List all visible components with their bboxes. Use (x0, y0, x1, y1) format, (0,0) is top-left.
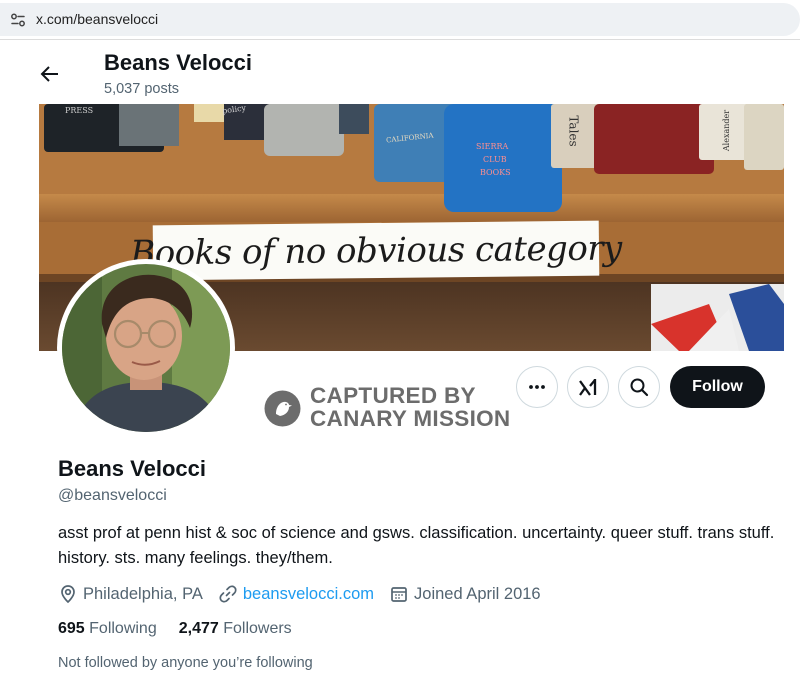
followers-count: 2,477 (178, 620, 224, 637)
grok-button[interactable] (567, 366, 609, 408)
address-field[interactable]: x.com/beansvelocci (0, 3, 800, 36)
profile-bio: asst prof at penn hist & soc of science … (58, 524, 775, 567)
location-item: Philadelphia, PA (58, 584, 203, 604)
link-icon (219, 585, 237, 603)
arrow-left-icon (40, 66, 58, 82)
watermark-line-2: CANARY MISSION (310, 406, 511, 431)
search-profile-button[interactable] (618, 366, 660, 408)
grok-icon (579, 379, 597, 396)
canary-bird-icon (264, 390, 301, 427)
site-info-icon[interactable] (9, 11, 27, 29)
book-label-club: CLUB (483, 155, 507, 164)
profile-handle: @beansvelocci (58, 487, 167, 504)
book-label-alexander: Alexander (722, 109, 732, 152)
back-button[interactable] (36, 60, 64, 88)
calendar-icon (391, 587, 407, 602)
location-pin-icon (61, 585, 75, 604)
following-stat[interactable]: 695 Following (58, 620, 157, 638)
header-display-name: Beans Velocci (104, 50, 252, 75)
profile-stats: 695 Following 2,477 Followers (58, 620, 314, 638)
website-link[interactable]: beansvelocci.com (243, 585, 374, 604)
banner-sign: Books of no obvious category (130, 220, 622, 281)
book-label-tales: Tales (566, 115, 581, 147)
header-posts-count: 5,037 posts (104, 81, 179, 97)
joined-text: Joined April 2016 (414, 584, 541, 603)
url-text[interactable]: x.com/beansvelocci (36, 11, 158, 27)
not-followed-notice: Not followed by anyone you’re following (58, 655, 313, 671)
book-label-books: BOOKS (480, 168, 511, 177)
profile-meta-row: Philadelphia, PA beansvelocci.com Joined… (58, 582, 556, 606)
book-label-sierra: SIERRA (476, 142, 509, 151)
following-label: Following (89, 620, 157, 637)
follow-button[interactable]: Follow (670, 366, 765, 408)
followers-label: Followers (223, 620, 292, 637)
avatar-photo (62, 264, 230, 432)
profile-display-name: Beans Velocci (58, 456, 206, 481)
location-text: Philadelphia, PA (83, 584, 203, 603)
banner-sign-text: Books of no obvious category (130, 227, 622, 274)
browser-url-bar: x.com/beansvelocci (0, 0, 800, 40)
website-item[interactable]: beansvelocci.com (218, 584, 374, 604)
book-label-press: PRESS (65, 106, 94, 115)
more-options-button[interactable] (516, 366, 558, 408)
avatar[interactable] (57, 259, 235, 437)
following-count: 695 (58, 620, 90, 637)
joined-item: Joined April 2016 (389, 584, 541, 604)
search-icon (630, 378, 649, 397)
more-horizontal-icon (529, 385, 545, 389)
followers-stat[interactable]: 2,477 Followers (179, 620, 292, 638)
